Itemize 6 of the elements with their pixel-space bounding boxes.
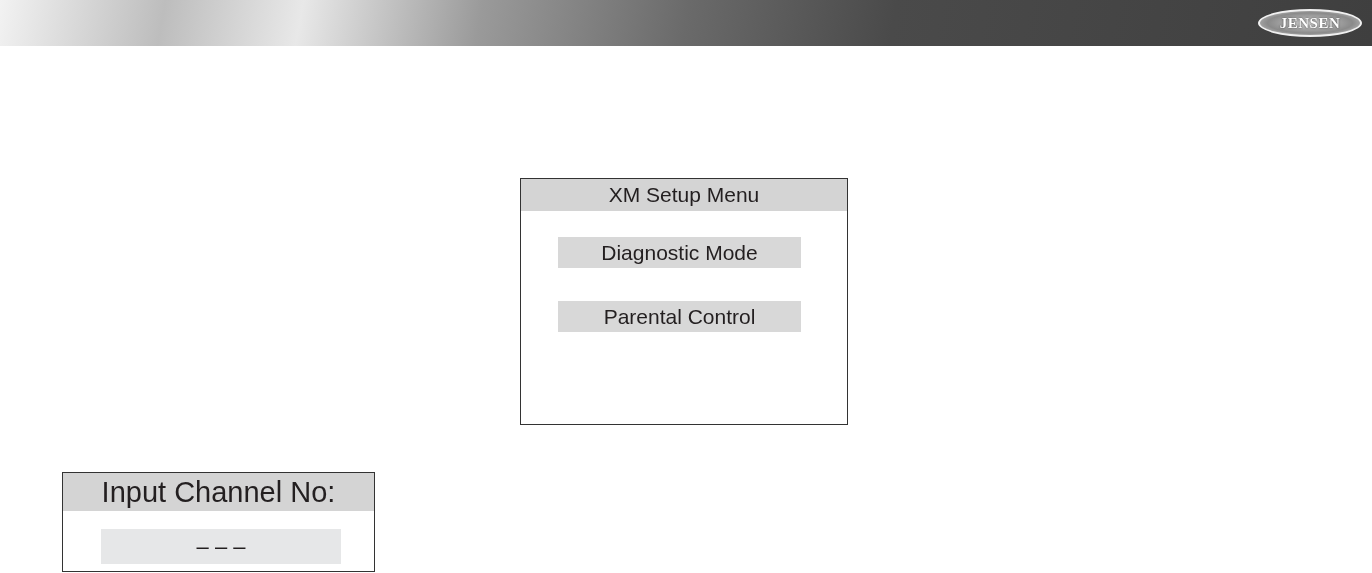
- menu-item[interactable]: Parental Control: [558, 301, 801, 332]
- menu-title: XM Setup Menu: [521, 179, 847, 211]
- brand-logo: JENSEN: [1258, 9, 1362, 37]
- menu-item[interactable]: Diagnostic Mode: [558, 237, 801, 268]
- channel-number-field[interactable]: – – –: [101, 529, 341, 564]
- input-title: Input Channel No:: [63, 473, 374, 511]
